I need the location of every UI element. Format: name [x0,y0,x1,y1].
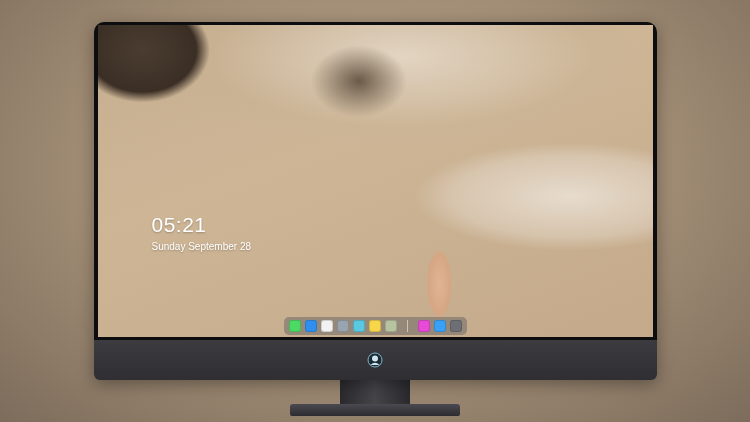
monitor-base [290,404,460,416]
dock-separator [407,320,408,332]
app-icon[interactable] [450,320,462,332]
app-icon[interactable] [353,320,365,332]
monitor-neck [340,380,410,404]
dock-row [98,317,653,335]
app-icon[interactable] [385,320,397,332]
monitor: 05:21 Sunday September 28 [94,22,657,380]
lock-clock: 05:21 Sunday September 28 [98,213,653,253]
logo-icon [367,352,383,368]
monitor-bezel: 05:21 Sunday September 28 [94,22,657,340]
monitor-chin [94,340,657,380]
desktop-screen: 05:21 Sunday September 28 [98,25,653,337]
dock [284,317,467,335]
app-icon[interactable] [418,320,430,332]
spacer [98,253,653,317]
clock-time: 05:21 [152,213,653,237]
app-icon[interactable] [337,320,349,332]
app-icon[interactable] [289,320,301,332]
app-icon[interactable] [305,320,317,332]
page: 05:21 Sunday September 28 [0,0,750,422]
app-icon[interactable] [434,320,446,332]
app-icon[interactable] [369,320,381,332]
app-icon[interactable] [321,320,333,332]
clock-date: Sunday September 28 [152,241,653,253]
